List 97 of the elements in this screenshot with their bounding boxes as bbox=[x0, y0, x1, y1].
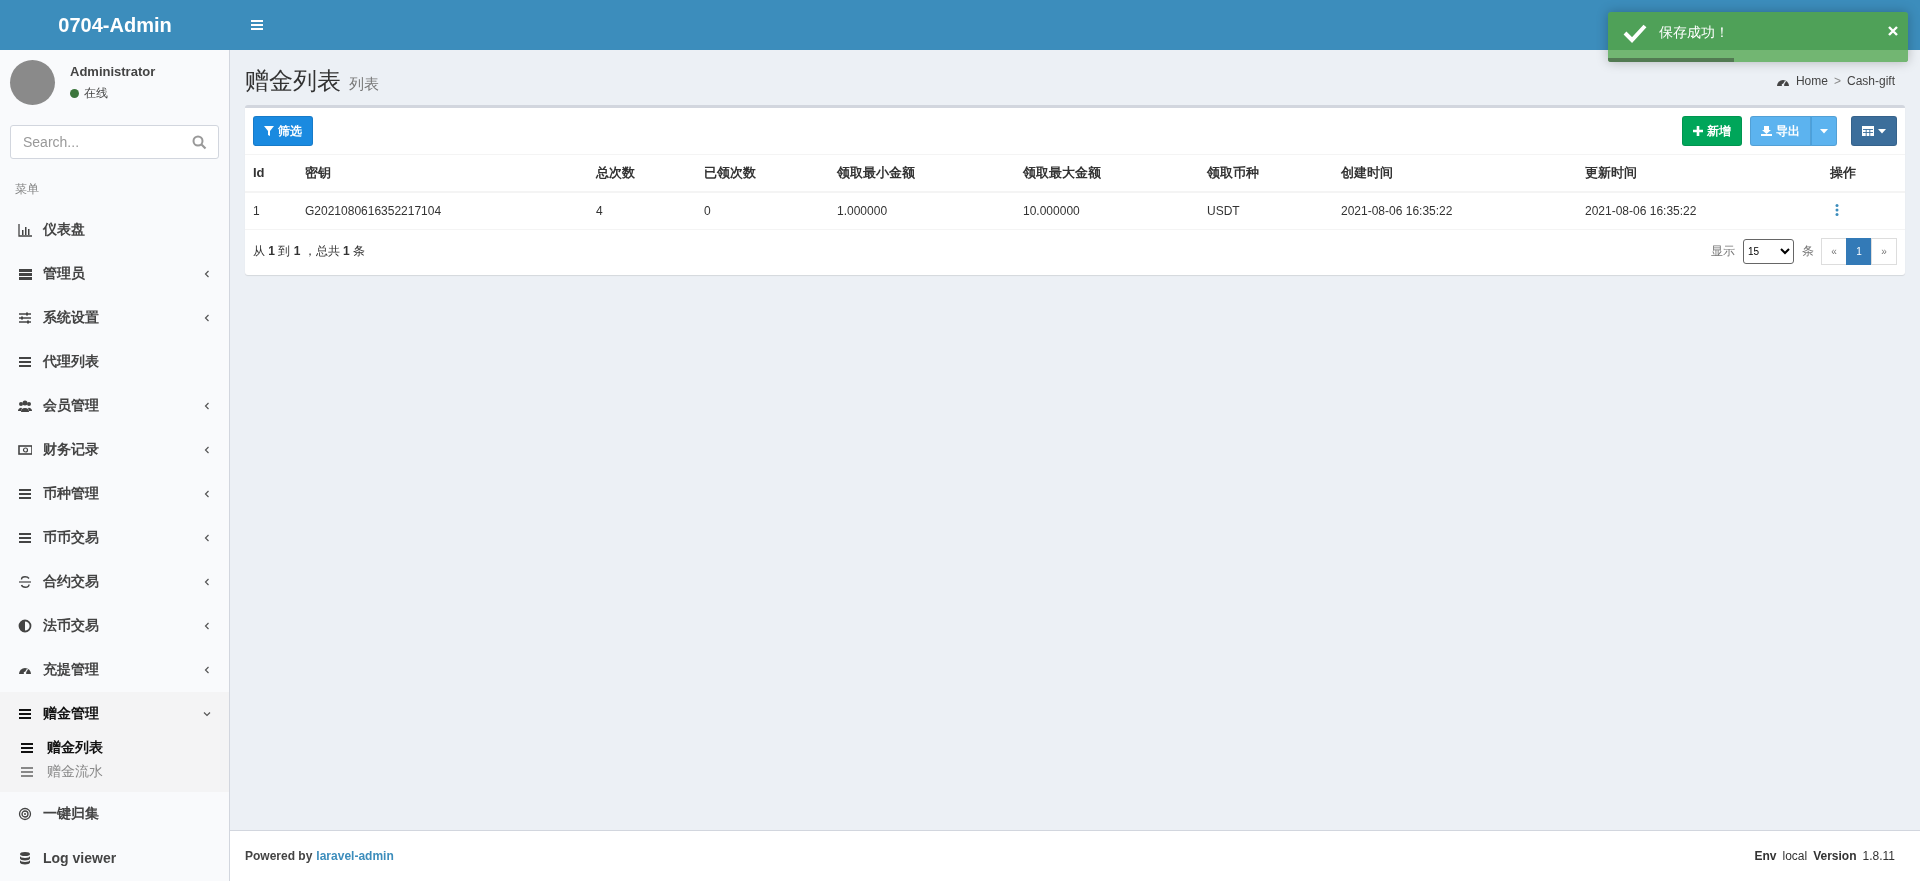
menu-item[interactable]: 一键归集 bbox=[0, 792, 229, 836]
caret-down-icon bbox=[1878, 128, 1886, 134]
page-subtitle: 列表 bbox=[349, 75, 379, 94]
columns-button[interactable] bbox=[1851, 116, 1897, 146]
avatar bbox=[10, 60, 55, 105]
column-header: 领取币种 bbox=[1199, 155, 1333, 193]
target-icon bbox=[18, 807, 32, 821]
menu-item[interactable]: 充提管理 bbox=[0, 648, 229, 692]
chevron-left-icon bbox=[203, 314, 211, 322]
search-icon bbox=[192, 135, 207, 150]
list-icon bbox=[18, 487, 32, 501]
menu-item[interactable]: 会员管理 bbox=[0, 384, 229, 428]
chevron-left-icon bbox=[203, 402, 211, 410]
download-icon bbox=[1761, 126, 1772, 136]
menu-item[interactable]: 财务记录 bbox=[0, 428, 229, 472]
per-page-unit: 条 bbox=[1802, 243, 1814, 260]
chevron-left-icon bbox=[203, 490, 211, 498]
user-name: Administrator bbox=[70, 63, 156, 79]
chevron-left-icon bbox=[203, 534, 211, 542]
banknote-icon bbox=[18, 443, 32, 457]
powered-by-text: Powered by bbox=[245, 849, 313, 863]
page-link[interactable]: » bbox=[1871, 238, 1897, 265]
server-icon bbox=[18, 267, 32, 281]
version-value: 1.8.11 bbox=[1862, 849, 1895, 863]
table-cell: 2021-08-06 16:35:22 bbox=[1577, 193, 1822, 230]
brand-logo[interactable]: 0704-Admin bbox=[0, 13, 230, 37]
breadcrumb-item[interactable]: Cash-gift bbox=[1846, 74, 1895, 88]
menu-item[interactable]: 法币交易 bbox=[0, 604, 229, 648]
list-icon bbox=[20, 741, 34, 755]
search-field[interactable]: Search... bbox=[10, 125, 219, 159]
list-icon bbox=[20, 765, 34, 779]
chevron-down-icon bbox=[203, 710, 211, 718]
checkmark-icon bbox=[1623, 23, 1647, 43]
column-header: 领取最大金额 bbox=[1015, 155, 1199, 193]
breadcrumb-item[interactable]: Home bbox=[1795, 74, 1828, 88]
column-header: 总次数 bbox=[588, 155, 696, 193]
list-icon bbox=[18, 707, 32, 721]
column-header: 更新时间 bbox=[1577, 155, 1822, 193]
close-icon[interactable] bbox=[1888, 26, 1898, 36]
filter-button[interactable]: 筛选 bbox=[253, 116, 313, 146]
chevron-left-icon bbox=[203, 446, 211, 454]
users-icon bbox=[18, 399, 32, 413]
env-label: Env bbox=[1754, 849, 1777, 863]
table-icon bbox=[1862, 126, 1874, 136]
menu-item[interactable]: 代理列表 bbox=[0, 340, 229, 384]
menu-item[interactable]: Log viewer bbox=[0, 836, 229, 880]
table-cell: 1 bbox=[245, 193, 297, 230]
pagination-summary: 从 1 到 1 ，总共 1 条 bbox=[253, 243, 366, 260]
table-cell: 4 bbox=[588, 193, 696, 230]
table-cell: 0 bbox=[696, 193, 829, 230]
sliders-icon bbox=[18, 311, 32, 325]
menu-item[interactable]: 管理员 bbox=[0, 252, 229, 296]
status-dot bbox=[70, 88, 79, 98]
page-title: 赠金列表 bbox=[245, 66, 341, 96]
table-cell: 1.000000 bbox=[829, 193, 1015, 230]
half-circle-icon bbox=[18, 619, 32, 633]
dropdown-button[interactable] bbox=[1811, 116, 1837, 146]
database-icon bbox=[18, 851, 32, 865]
user-status: 在线 bbox=[84, 84, 108, 102]
list-icon bbox=[18, 355, 32, 369]
plus-icon bbox=[1693, 126, 1703, 136]
chevron-left-icon bbox=[203, 622, 211, 630]
funnel-icon bbox=[264, 126, 274, 136]
chevron-left-icon bbox=[203, 666, 211, 674]
breadcrumb-separator: > bbox=[1833, 74, 1841, 88]
table-cell: USDT bbox=[1199, 193, 1333, 230]
chevron-left-icon bbox=[203, 578, 211, 586]
menu-item[interactable]: 币种管理 bbox=[0, 472, 229, 516]
menu-item[interactable]: 仪表盘 bbox=[0, 208, 229, 252]
column-header: Id bbox=[245, 155, 297, 193]
strikethrough-icon bbox=[18, 575, 32, 589]
menu-item[interactable]: 系统设置 bbox=[0, 296, 229, 340]
column-header: 创建时间 bbox=[1333, 155, 1577, 193]
menu-item[interactable]: 赠金管理 bbox=[0, 692, 229, 736]
page-link[interactable]: 1 bbox=[1846, 238, 1872, 265]
footer-link[interactable]: laravel-admin bbox=[316, 849, 394, 863]
column-header: 已领次数 bbox=[696, 155, 829, 193]
env-value: local bbox=[1782, 849, 1808, 863]
list-icon bbox=[18, 531, 32, 545]
table-cell: 10.000000 bbox=[1015, 193, 1199, 230]
chevron-left-icon bbox=[203, 270, 211, 278]
submenu-item[interactable]: 赠金列表 bbox=[0, 736, 229, 760]
bar-chart-icon bbox=[18, 223, 32, 237]
menu-header: 菜单 bbox=[14, 181, 40, 198]
column-header: 密钥 bbox=[297, 155, 588, 193]
caret-down-icon bbox=[1820, 128, 1828, 134]
menu-item[interactable]: 合约交易 bbox=[0, 560, 229, 604]
more-vertical-icon[interactable] bbox=[1835, 204, 1839, 216]
version-label: Version bbox=[1813, 849, 1857, 863]
column-header: 领取最小金额 bbox=[829, 155, 1015, 193]
menu-item[interactable]: 币币交易 bbox=[0, 516, 229, 560]
per-page-label: 显示 bbox=[1711, 243, 1735, 260]
toast-message: 保存成功！ bbox=[1659, 24, 1729, 42]
table-cell: 2021-08-06 16:35:22 bbox=[1333, 193, 1577, 230]
column-header: 操作 bbox=[1822, 155, 1905, 193]
per-page-select[interactable]: 15 bbox=[1743, 239, 1794, 264]
table-cell: G2021080616352217104 bbox=[297, 193, 588, 230]
